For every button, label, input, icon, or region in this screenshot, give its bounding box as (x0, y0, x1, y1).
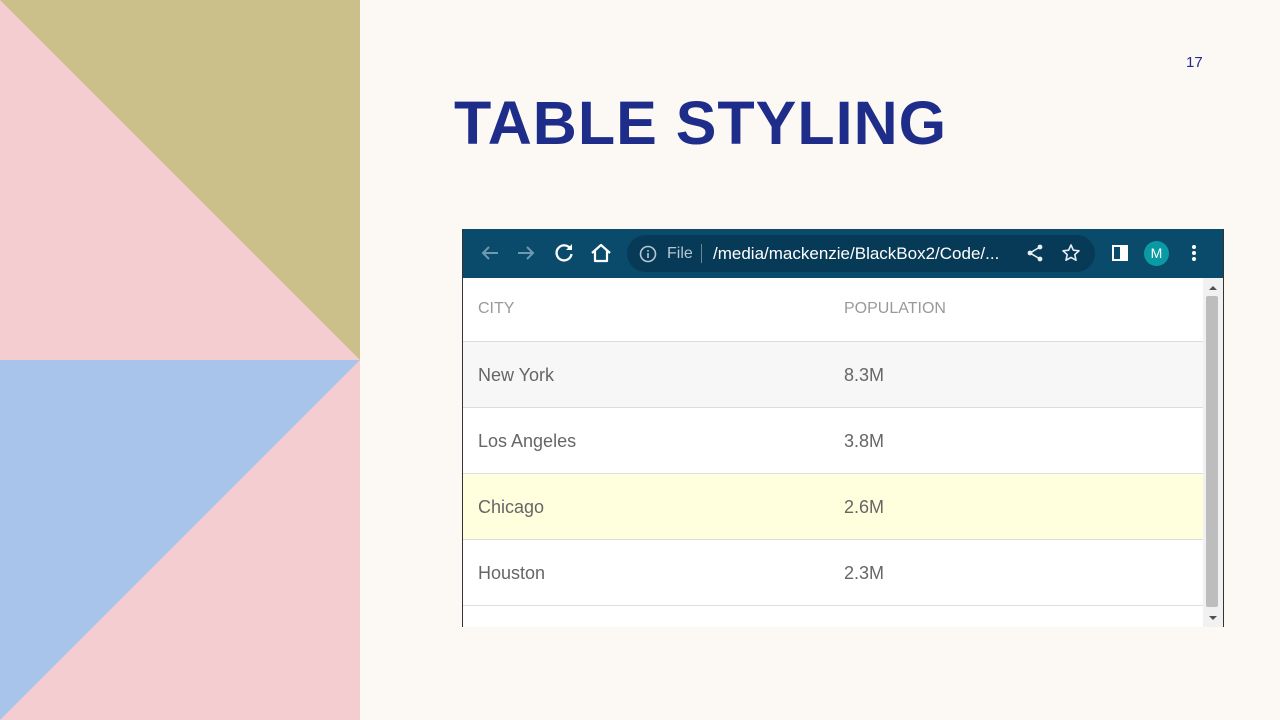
scrollbar-thumb[interactable] (1206, 296, 1218, 607)
column-header-city: CITY (478, 300, 515, 317)
cell-city: Chicago (478, 497, 545, 517)
url-separator (701, 244, 702, 263)
url-text[interactable]: /media/mackenzie/BlackBox2/Code/... (713, 244, 999, 264)
address-bar[interactable]: File /media/mackenzie/BlackBox2/Code/... (627, 235, 1095, 272)
scroll-up-arrow-icon[interactable] (1208, 284, 1218, 292)
cell-city: Houston (478, 563, 546, 583)
star-icon[interactable] (1061, 243, 1081, 268)
cell-city: Los Angeles (478, 431, 577, 451)
browser-toolbar: File /media/mackenzie/BlackBox2/Code/...… (463, 229, 1223, 278)
forward-arrow-icon[interactable] (514, 241, 538, 265)
cell-population: 3.8M (844, 431, 885, 451)
reload-icon[interactable] (552, 241, 576, 265)
home-icon[interactable] (589, 241, 613, 265)
table-row: New York 8.3M (463, 342, 1203, 408)
cell-city: New York (478, 365, 555, 385)
slide-title: TABLE STYLING (454, 89, 948, 157)
url-scheme-label: File (667, 245, 693, 262)
page-number: 17 (1186, 54, 1203, 71)
kebab-menu-icon[interactable] (1182, 241, 1206, 265)
cell-population: 2.6M (844, 497, 885, 517)
cell-population: 2.3M (844, 563, 885, 583)
table-row: Houston 2.3M (463, 540, 1203, 606)
table-row-hover: Chicago 2.6M (463, 474, 1203, 540)
side-panel-icon[interactable] (1108, 241, 1132, 265)
column-header-population: POPULATION (844, 300, 946, 317)
decorative-background (0, 0, 360, 720)
back-arrow-icon[interactable] (478, 241, 502, 265)
page-content: CITY POPULATION New York 8.3M Los Angele… (463, 278, 1203, 627)
table-row: Los Angeles 3.8M (463, 408, 1203, 474)
info-icon[interactable] (639, 245, 657, 268)
cell-population: 8.3M (844, 365, 885, 385)
scroll-down-arrow-icon[interactable] (1208, 614, 1218, 622)
browser-screenshot: File /media/mackenzie/BlackBox2/Code/...… (462, 229, 1224, 627)
avatar[interactable]: M (1144, 241, 1169, 266)
table-header-row: CITY POPULATION (463, 278, 1203, 342)
vertical-scrollbar[interactable] (1203, 278, 1223, 627)
share-icon[interactable] (1025, 243, 1045, 268)
